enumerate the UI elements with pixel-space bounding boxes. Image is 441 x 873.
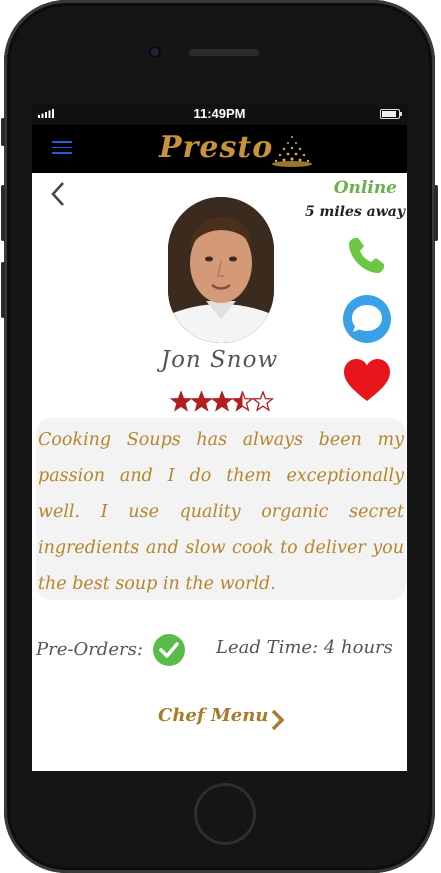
brand-logo: Presto — [159, 130, 274, 165]
chef-bio: Cooking Soups has always been my passion… — [36, 418, 406, 600]
star-icon — [251, 391, 274, 412]
phone-icon[interactable] — [344, 234, 388, 278]
heart-icon[interactable] — [343, 358, 391, 402]
home-button[interactable] — [194, 783, 256, 845]
star-rating — [170, 391, 274, 412]
distance-label: 5 miles away — [304, 204, 405, 220]
status-time: 11:49PM — [193, 106, 246, 121]
mute-switch — [1, 118, 5, 146]
sparkle-icon — [272, 136, 312, 167]
app-header: Presto — [32, 125, 407, 173]
chef-menu-link[interactable]: Chef Menu — [158, 705, 268, 726]
chevron-right-icon[interactable] — [270, 709, 286, 731]
chat-icon[interactable] — [342, 294, 392, 344]
lead-time: Lead Time: 4 hours — [216, 637, 393, 658]
speaker-grille — [189, 49, 259, 56]
star-icon — [231, 391, 254, 412]
online-status: Online — [333, 178, 397, 198]
check-icon — [153, 634, 185, 666]
star-icon — [190, 391, 213, 412]
status-bar: 11:49PM — [32, 103, 407, 125]
back-icon[interactable] — [50, 181, 66, 207]
power-button — [434, 185, 438, 241]
chef-bio-text: Cooking Soups has always been my passion… — [38, 430, 404, 594]
star-icon — [210, 391, 234, 412]
menu-icon[interactable] — [52, 141, 72, 155]
front-camera — [149, 46, 161, 58]
volume-up-button — [1, 185, 5, 241]
volume-down-button — [1, 262, 5, 318]
preorders-label: Pre-Orders: — [36, 639, 143, 660]
star-icon — [170, 391, 193, 412]
chef-avatar — [168, 197, 274, 343]
screen: 11:49PM Presto Online 5 miles away Jon S… — [32, 103, 407, 771]
battery-icon — [380, 109, 402, 119]
